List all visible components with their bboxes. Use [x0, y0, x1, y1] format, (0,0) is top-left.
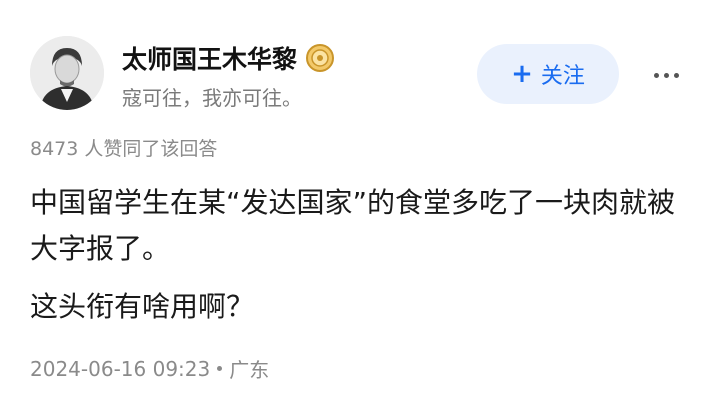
plus-icon: + [511, 59, 533, 89]
answer-meta: 2024-06-16 09:23 广东 [30, 354, 269, 383]
likes-count: 8473 人赞同了该回答 [30, 138, 218, 160]
author-header: 太师国王木华黎 寇可往，我亦可往。 + 关注 [30, 36, 700, 116]
follow-label: 关注 [540, 64, 585, 89]
author-name-row: 太师国王木华黎 [122, 41, 335, 75]
author-avatar[interactable] [30, 36, 104, 110]
dot [663, 72, 669, 78]
follow-button[interactable]: + 关注 [477, 44, 619, 104]
separator-dot [217, 366, 223, 371]
answer-content: 中国留学生在某“发达国家”的食堂多吃了一块肉就被大字报了。 这头衔有啥用啊？ [30, 180, 690, 330]
avatar-portrait-icon [30, 36, 104, 110]
author-bio: 寇可往，我亦可往。 [122, 86, 302, 110]
answer-card: 太师国王木华黎 寇可往，我亦可往。 + 关注 8473 人赞同了该回答 中国留学… [0, 0, 720, 405]
author-name[interactable]: 太师国王木华黎 [122, 40, 297, 76]
answer-timestamp: 2024-06-16 09:23 [30, 356, 211, 381]
dot [653, 72, 659, 78]
gold-medal-badge-icon[interactable] [305, 43, 335, 73]
answer-paragraph: 中国留学生在某“发达国家”的食堂多吃了一块肉就被大字报了。 [30, 186, 676, 265]
answer-location: 广东 [229, 358, 270, 382]
answer-paragraph: 这头衔有啥用啊？ [30, 290, 255, 323]
more-dots-icon[interactable] [646, 60, 686, 90]
dot [673, 72, 679, 78]
